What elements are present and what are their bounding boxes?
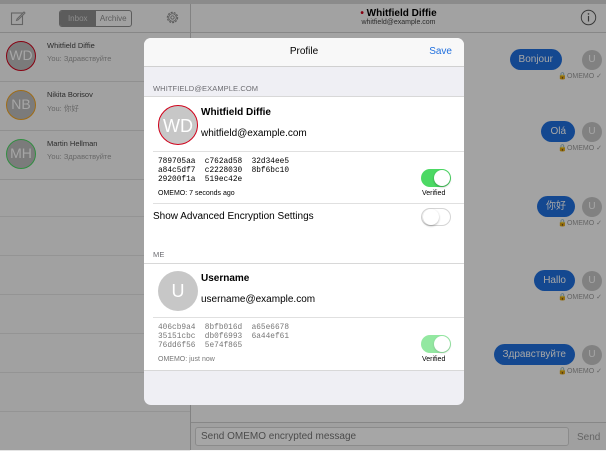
- toggle-knob: [423, 209, 439, 225]
- profile-name: Whitfield Diffie: [201, 107, 271, 118]
- contact-profile-card: WD Whitfield Diffie whitfield@example.co…: [144, 96, 464, 269]
- profile-modal: Profile Save WHITFIELD@EXAMPLE.COM WD Wh…: [144, 38, 464, 405]
- divider: [153, 151, 464, 152]
- omemo-fingerprint: 789705aa c762ad58 32d34ee5 a84c5df7 c222…: [158, 158, 290, 184]
- avatar: WD: [158, 105, 198, 145]
- omemo-last-seen: OMEMO: 7 seconds ago: [158, 190, 235, 197]
- save-button[interactable]: Save: [429, 46, 452, 57]
- modal-title: Profile: [289, 46, 319, 57]
- profile-name: Username: [201, 273, 250, 284]
- me-section-header: ME: [153, 250, 165, 259]
- verified-label: Verified: [422, 190, 446, 197]
- toggle-knob: [434, 170, 450, 186]
- divider: [153, 203, 464, 204]
- verified-toggle[interactable]: [421, 169, 451, 187]
- modal-header: Profile Save: [144, 38, 464, 67]
- omemo-last-seen: OMEMO: just now: [158, 356, 215, 363]
- verified-label: Verified: [422, 356, 446, 363]
- advanced-encryption-label: Show Advanced Encryption Settings: [153, 211, 314, 222]
- profile-email: username@example.com: [201, 294, 316, 305]
- verified-toggle: [421, 335, 451, 353]
- advanced-encryption-toggle[interactable]: [421, 208, 451, 226]
- toggle-knob: [434, 336, 450, 352]
- avatar: U: [158, 271, 198, 311]
- profile-email: whitfield@example.com: [201, 128, 307, 139]
- omemo-fingerprint: 406cb9a4 8bfb016d a65e6678 35151cbc db0f…: [158, 324, 290, 350]
- divider: [153, 317, 464, 318]
- contact-section-header: WHITFIELD@EXAMPLE.COM: [153, 84, 259, 93]
- my-profile-card: U Username username@example.com 406cb9a4…: [144, 263, 464, 371]
